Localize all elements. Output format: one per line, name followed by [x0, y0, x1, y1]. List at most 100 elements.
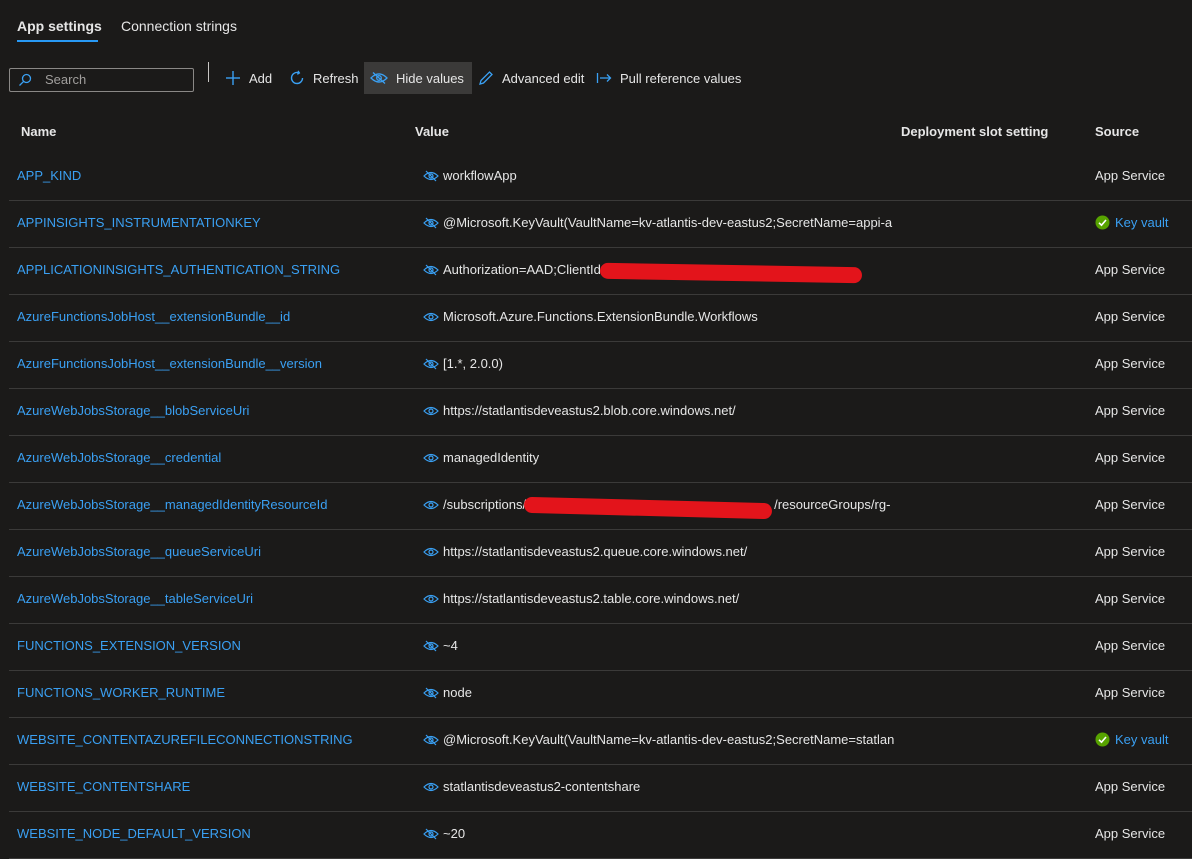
setting-name-link[interactable]: APPINSIGHTS_INSTRUMENTATIONKEY	[17, 215, 261, 230]
setting-value-text: statlantisdeveastus2-contentshare	[443, 779, 641, 794]
table-row[interactable]: FUNCTIONS_WORKER_RUNTIME node App Service	[9, 671, 1192, 718]
check-circle-icon	[1095, 215, 1110, 230]
eye-hidden-icon[interactable]	[423, 686, 439, 700]
setting-name-link[interactable]: AzureWebJobsStorage__tableServiceUri	[17, 591, 253, 606]
column-header-name[interactable]: Name	[21, 124, 56, 139]
table-row[interactable]: WEBSITE_CONTENTAZUREFILECONNECTIONSTRING…	[9, 718, 1192, 765]
table-row[interactable]: APP_KIND workflowApp App Service	[9, 154, 1192, 201]
eye-icon[interactable]	[423, 545, 439, 559]
eye-hidden-icon[interactable]	[423, 169, 439, 183]
setting-name-link[interactable]: AzureWebJobsStorage__blobServiceUri	[17, 403, 249, 418]
setting-value[interactable]: https://statlantisdeveastus2.table.core.…	[423, 591, 901, 606]
refresh-button[interactable]: Refresh	[289, 62, 359, 94]
setting-name-link[interactable]: AzureWebJobsStorage__managedIdentityReso…	[17, 497, 328, 512]
table-row[interactable]: AzureFunctionsJobHost__extensionBundle__…	[9, 342, 1192, 389]
pull-reference-values-button[interactable]: Pull reference values	[596, 62, 741, 94]
source-key-vault-link[interactable]: Key vault	[1095, 215, 1168, 230]
hide-values-button[interactable]: Hide values	[364, 62, 472, 94]
setting-value[interactable]: workflowApp	[423, 168, 901, 183]
setting-value[interactable]: https://statlantisdeveastus2.blob.core.w…	[423, 403, 901, 418]
setting-value-text: [1.*, 2.0.0)	[443, 356, 503, 371]
setting-name-link[interactable]: APP_KIND	[17, 168, 81, 183]
source-text: App Service	[1095, 450, 1166, 465]
source-key-vault-link[interactable]: Key vault	[1095, 732, 1168, 747]
setting-value[interactable]: @Microsoft.KeyVault(VaultName=kv-atlanti…	[423, 732, 901, 747]
column-header-source[interactable]: Source	[1095, 124, 1139, 139]
source-text: App Service	[1095, 497, 1166, 512]
setting-value[interactable]: node	[423, 685, 901, 700]
setting-value[interactable]: ~4	[423, 638, 901, 653]
add-label: Add	[249, 70, 273, 86]
table-row[interactable]: AzureWebJobsStorage__tableServiceUri http…	[9, 577, 1192, 624]
pull-arrow-icon	[596, 71, 612, 85]
source-label: App Service	[1095, 168, 1165, 183]
search-input[interactable]	[45, 71, 185, 87]
table-row[interactable]: WEBSITE_NODE_DEFAULT_VERSION ~20 App Servi…	[9, 812, 1192, 859]
hide-values-label: Hide values	[396, 70, 464, 86]
advanced-edit-label: Advanced edit	[502, 70, 585, 86]
toolbar: Add Refresh Hide values Advanced edit Pu…	[0, 62, 1192, 96]
source-text: Key vault	[1115, 215, 1169, 230]
table-row[interactable]: WEBSITE_CONTENTSHARE statlantisdeveastus2…	[9, 765, 1192, 812]
source-text: App Service	[1095, 544, 1166, 559]
source-text: App Service	[1095, 779, 1166, 794]
setting-value[interactable]: [1.*, 2.0.0)	[423, 356, 901, 371]
setting-value[interactable]: https://statlantisdeveastus2.queue.core.…	[423, 544, 901, 559]
refresh-label: Refresh	[313, 70, 359, 86]
setting-name-link[interactable]: AzureFunctionsJobHost__extensionBundle__…	[17, 309, 290, 324]
setting-value[interactable]: statlantisdeveastus2-contentshare	[423, 779, 901, 794]
tab-app-settings[interactable]: App settings	[17, 18, 102, 34]
plus-icon	[225, 70, 241, 86]
eye-hidden-icon[interactable]	[423, 263, 439, 277]
table-row[interactable]: FUNCTIONS_EXTENSION_VERSION ~4 App Service	[9, 624, 1192, 671]
source-text: Key vault	[1115, 732, 1169, 747]
add-button[interactable]: Add	[225, 62, 272, 94]
eye-icon[interactable]	[423, 310, 439, 324]
table-row[interactable]: APPINSIGHTS_INSTRUMENTATIONKEY @Microsoft…	[9, 201, 1192, 248]
setting-value[interactable]: ~20	[423, 826, 901, 841]
setting-value-text: node	[443, 685, 472, 700]
setting-name-link[interactable]: AzureWebJobsStorage__queueServiceUri	[17, 544, 261, 559]
setting-name-link[interactable]: AzureWebJobsStorage__credential	[17, 450, 221, 465]
eye-icon[interactable]	[423, 451, 439, 465]
advanced-edit-button[interactable]: Advanced edit	[478, 62, 584, 94]
eye-icon[interactable]	[423, 592, 439, 606]
setting-name-link[interactable]: AzureFunctionsJobHost__extensionBundle__…	[17, 356, 322, 371]
eye-icon[interactable]	[423, 404, 439, 418]
source-text: App Service	[1095, 685, 1166, 700]
tab-connection-strings[interactable]: Connection strings	[121, 18, 237, 34]
source-text: App Service	[1095, 356, 1166, 371]
source-label: App Service	[1095, 356, 1165, 371]
setting-value[interactable]: managedIdentity	[423, 450, 901, 465]
eye-hidden-icon[interactable]	[423, 216, 439, 230]
pull-reference-values-label: Pull reference values	[620, 70, 742, 86]
eye-hidden-icon[interactable]	[423, 357, 439, 371]
setting-value-text: @Microsoft.KeyVault(VaultName=kv-atlanti…	[443, 215, 893, 230]
setting-name-link[interactable]: FUNCTIONS_EXTENSION_VERSION	[17, 638, 241, 653]
setting-value[interactable]: Microsoft.Azure.Functions.ExtensionBundl…	[423, 309, 901, 324]
setting-name-link[interactable]: FUNCTIONS_WORKER_RUNTIME	[17, 685, 225, 700]
column-header-value[interactable]: Value	[415, 124, 449, 139]
column-header-deployment-slot[interactable]: Deployment slot setting	[901, 124, 1048, 139]
table-row[interactable]: AzureWebJobsStorage__blobServiceUri https…	[9, 389, 1192, 436]
table-row[interactable]: AzureFunctionsJobHost__extensionBundle__…	[9, 295, 1192, 342]
setting-name-link[interactable]: WEBSITE_CONTENTSHARE	[17, 779, 190, 794]
source-text: App Service	[1095, 403, 1166, 418]
table-row[interactable]: AzureWebJobsStorage__credential managedId…	[9, 436, 1192, 483]
eye-hidden-icon[interactable]	[423, 639, 439, 653]
source-text: App Service	[1095, 591, 1166, 606]
table-row[interactable]: AzureWebJobsStorage__queueServiceUri http…	[9, 530, 1192, 577]
eye-hidden-icon[interactable]	[423, 733, 439, 747]
source-label: App Service	[1095, 685, 1165, 700]
setting-name-link[interactable]: WEBSITE_CONTENTAZUREFILECONNECTIONSTRING	[17, 732, 353, 747]
eye-icon[interactable]	[423, 498, 439, 512]
setting-name-link[interactable]: WEBSITE_NODE_DEFAULT_VERSION	[17, 826, 251, 841]
search-box[interactable]	[9, 68, 194, 92]
setting-name-link[interactable]: APPLICATIONINSIGHTS_AUTHENTICATION_STRIN…	[17, 262, 340, 277]
eye-hidden-icon[interactable]	[423, 827, 439, 841]
setting-value[interactable]: @Microsoft.KeyVault(VaultName=kv-atlanti…	[423, 215, 901, 230]
source-label: App Service	[1095, 309, 1165, 324]
eye-icon[interactable]	[423, 780, 439, 794]
source-label: App Service	[1095, 591, 1165, 606]
setting-value-text: Microsoft.Azure.Functions.ExtensionBundl…	[443, 309, 758, 324]
